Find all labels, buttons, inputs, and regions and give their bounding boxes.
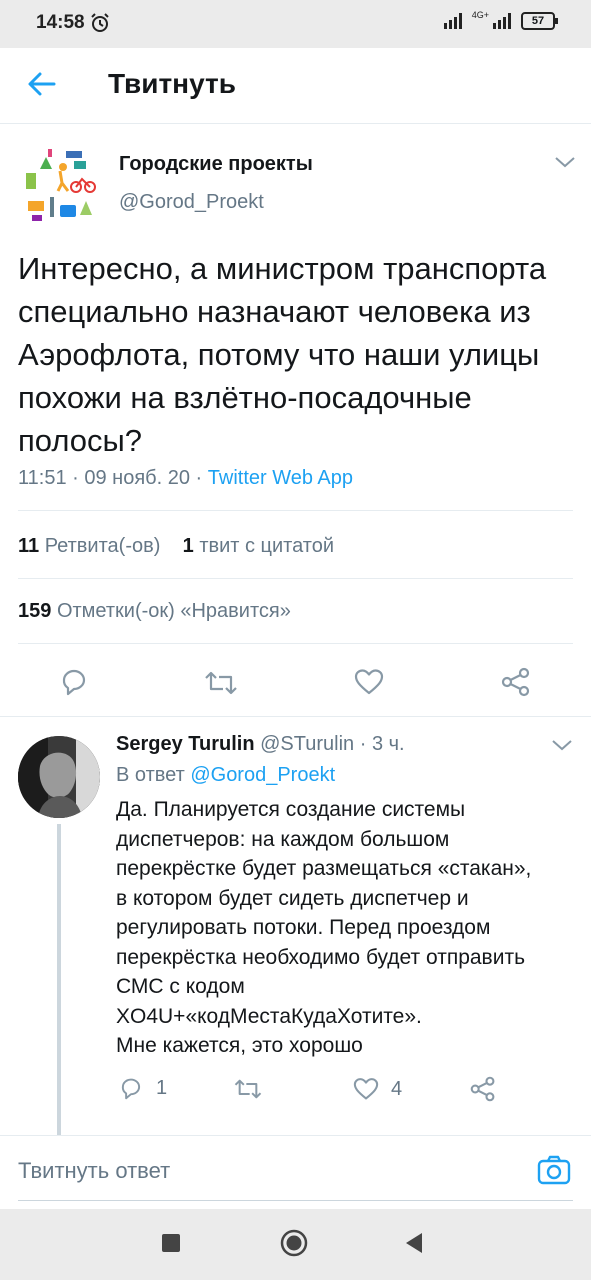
- signal-icon: [443, 13, 462, 29]
- heart-icon: [353, 1078, 379, 1100]
- reply-author-name[interactable]: Sergey Turulin: [116, 733, 255, 755]
- home-button[interactable]: [280, 1229, 308, 1257]
- reply-text: Да. Планируется создание системы диспетч…: [116, 798, 532, 1057]
- reply-age: 3 ч.: [371, 733, 405, 755]
- back-arrow-icon[interactable]: [24, 66, 60, 102]
- reply-to-mention[interactable]: @Gorod_Proekt: [190, 764, 335, 786]
- share-icon[interactable]: [501, 667, 531, 697]
- reply-avatar-photo: [18, 736, 100, 818]
- tweet-text: Интересно, а министром транспорта специа…: [18, 251, 547, 458]
- author-handle[interactable]: @Gorod_Proekt: [119, 191, 264, 214]
- likes-stats[interactable]: 159 Отметки(-ок) «Нравится»: [18, 600, 291, 623]
- reply-compose-input[interactable]: Твитнуть ответ: [18, 1158, 170, 1184]
- reply-retweet-button[interactable]: [233, 1077, 263, 1101]
- retweet-icon[interactable]: [203, 669, 239, 697]
- author-name[interactable]: Городские проекты: [119, 153, 313, 176]
- divider: [18, 643, 573, 644]
- tweet-meta: 11:51 · 09 нояб. 20 · Twitter Web App: [18, 467, 354, 489]
- retweet-icon: [234, 1079, 262, 1099]
- status-bar: 14:58 4G+ 57: [0, 0, 591, 48]
- reply-replies-count: 1: [156, 1077, 168, 1099]
- recents-button[interactable]: [161, 1233, 181, 1253]
- tweet-date: 09 нояб. 20: [84, 467, 190, 489]
- retweets-label: Ретвита(-ов): [44, 535, 161, 557]
- retweet-stats[interactable]: 11 Ретвита(-ов) 1 твит с цитатой: [18, 535, 334, 558]
- reply-icon: [121, 1078, 141, 1100]
- retweets-count: 11: [18, 535, 40, 557]
- compose-bar: Твитнуть ответ: [0, 1135, 591, 1209]
- signal-icon-2: [493, 13, 511, 29]
- divider: [18, 510, 573, 511]
- alarm-icon: [91, 13, 109, 32]
- reply-reply-button[interactable]: 1: [118, 1076, 167, 1101]
- tweet-source-link[interactable]: Twitter Web App: [208, 467, 353, 489]
- reply-author-handle[interactable]: @STurulin: [260, 733, 354, 755]
- likes-count: 159: [18, 600, 52, 622]
- reply-chevron-down-icon[interactable]: [551, 738, 573, 752]
- quotes-label: твит с цитатой: [199, 535, 335, 557]
- reply-author-avatar[interactable]: [18, 736, 100, 818]
- network-type: 4G+: [471, 10, 489, 20]
- status-indicators: 4G+ 57: [443, 10, 558, 30]
- likes-label: Отметки(-ок) «Нравится»: [56, 600, 291, 622]
- reply-share-icon[interactable]: [470, 1076, 496, 1102]
- divider: [18, 578, 573, 579]
- camera-icon[interactable]: [537, 1154, 571, 1186]
- chevron-down-icon[interactable]: [554, 155, 576, 169]
- author-avatar[interactable]: [18, 145, 102, 229]
- reply-to-label: В ответ: [116, 764, 185, 786]
- back-button[interactable]: [404, 1231, 424, 1255]
- battery-icon: 57: [521, 12, 558, 30]
- reply-header: Sergey Turulin @STurulin · 3 ч.: [116, 733, 405, 755]
- reply-likes-count: 4: [391, 1077, 403, 1100]
- system-nav-bar: [0, 1209, 591, 1280]
- app-header: Твитнуть: [0, 48, 591, 124]
- reply-icon[interactable]: [58, 667, 90, 697]
- reply-like-button[interactable]: 4: [353, 1077, 402, 1101]
- page-title: Твитнуть: [108, 68, 236, 99]
- heart-icon[interactable]: [354, 668, 384, 696]
- reply-to-line: В ответ @Gorod_Proekt: [116, 764, 335, 787]
- status-time: 14:58: [36, 12, 85, 33]
- quotes-count: 1: [182, 535, 194, 557]
- compose-underline: [18, 1200, 573, 1201]
- tweet-time: 11:51: [18, 467, 67, 489]
- thread-line: [57, 824, 61, 1136]
- section-divider: [0, 716, 591, 717]
